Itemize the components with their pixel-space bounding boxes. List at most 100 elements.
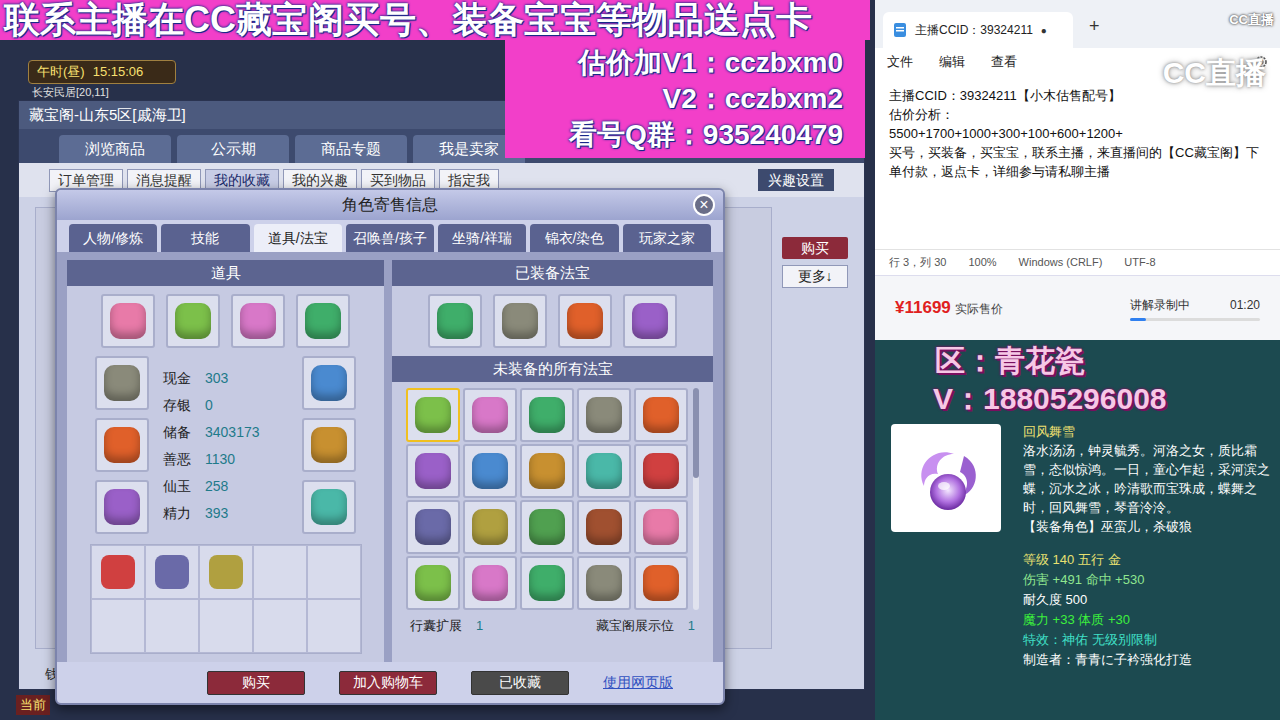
dialog-tab[interactable]: 坐骑/祥瑞 bbox=[438, 224, 526, 252]
bag-cell[interactable] bbox=[253, 599, 307, 653]
text-line: 5500+1700+1000+300+100+600+1200+ bbox=[889, 124, 1266, 143]
scrollbar-thumb[interactable] bbox=[693, 388, 699, 478]
bag-cell[interactable] bbox=[91, 545, 145, 599]
status-item: UTF-8 bbox=[1124, 254, 1155, 271]
equip-row: 现金303存银0储备3403173善恶1130仙玉258精力393 bbox=[67, 356, 384, 534]
promo-banner: 联系主播在CC藏宝阁买号、装备宝宝等物品送点卡 bbox=[0, 0, 870, 40]
item-slot[interactable] bbox=[463, 444, 517, 498]
bag-cell[interactable] bbox=[307, 545, 361, 599]
bag-cell[interactable] bbox=[307, 599, 361, 653]
item-slot[interactable] bbox=[520, 500, 574, 554]
close-button[interactable]: × bbox=[693, 194, 715, 216]
item-icon bbox=[311, 489, 347, 525]
menu-item[interactable]: 查看 bbox=[991, 52, 1017, 72]
dialog-tab[interactable]: 召唤兽/孩子 bbox=[346, 224, 434, 252]
stat-row: 现金303 bbox=[163, 367, 288, 389]
item-icon bbox=[586, 565, 622, 601]
stats: 现金303存银0储备3403173善恶1130仙玉258精力393 bbox=[163, 356, 288, 534]
item-slot[interactable] bbox=[302, 480, 356, 534]
bag-cell[interactable] bbox=[253, 545, 307, 599]
web-link[interactable]: 使用网页版 bbox=[603, 672, 673, 693]
menu-item[interactable]: 文件 bbox=[887, 52, 913, 72]
item-slot[interactable] bbox=[95, 480, 149, 534]
nav-tab[interactable]: 公示期 bbox=[177, 135, 289, 163]
item-slot[interactable] bbox=[634, 444, 688, 498]
item-slot[interactable] bbox=[406, 556, 460, 610]
item-icon bbox=[240, 303, 276, 339]
new-tab-button[interactable]: + bbox=[1081, 13, 1108, 48]
item-slot[interactable] bbox=[493, 294, 547, 348]
dialog-tab[interactable]: 道具/法宝 bbox=[254, 224, 342, 252]
bag-cell[interactable] bbox=[199, 599, 253, 653]
item-slot[interactable] bbox=[406, 500, 460, 554]
item-roles: 【装备角色】巫蛮儿，杀破狼 bbox=[1023, 517, 1275, 536]
item-slot[interactable] bbox=[520, 444, 574, 498]
fabao-icon-box bbox=[891, 424, 1001, 532]
item-slot[interactable] bbox=[231, 294, 285, 348]
item-slot[interactable] bbox=[577, 444, 631, 498]
item-slot[interactable] bbox=[101, 294, 155, 348]
item-icon bbox=[104, 427, 140, 463]
dialog-button[interactable]: 购买 bbox=[207, 671, 305, 695]
item-slot[interactable] bbox=[302, 418, 356, 472]
nav-tab[interactable]: 浏览商品 bbox=[59, 135, 171, 163]
item-slot[interactable] bbox=[463, 556, 517, 610]
item-slot[interactable] bbox=[577, 556, 631, 610]
item-slot[interactable] bbox=[463, 500, 517, 554]
dialog-tab[interactable]: 玩家之家 bbox=[623, 224, 711, 252]
item-description: 洛水汤汤，钟灵毓秀。河洛之女，质比霜雪，态似惊鸿。一日，童心乍起，采河滨之蝶，沉… bbox=[1023, 441, 1275, 517]
item-icon bbox=[305, 303, 341, 339]
item-slot[interactable] bbox=[95, 418, 149, 472]
channel-label[interactable]: 当前 bbox=[16, 695, 50, 715]
item-slot[interactable] bbox=[166, 294, 220, 348]
item-slot[interactable] bbox=[520, 556, 574, 610]
item-slot[interactable] bbox=[463, 388, 517, 442]
item-slot[interactable] bbox=[296, 294, 350, 348]
item-slot[interactable] bbox=[634, 556, 688, 610]
item-slot[interactable] bbox=[558, 294, 612, 348]
item-slot[interactable] bbox=[95, 356, 149, 410]
notepad-tab[interactable]: 主播CCID：39324211● bbox=[883, 12, 1073, 48]
more-button[interactable]: 更多↓ bbox=[782, 265, 848, 288]
interest-button[interactable]: 兴趣设置 bbox=[758, 169, 834, 191]
promo-line: V2：cczbxm2 bbox=[662, 81, 843, 117]
region-text: 区：青花瓷 bbox=[875, 340, 1280, 380]
scrollbar[interactable] bbox=[693, 388, 699, 610]
item-slot[interactable] bbox=[577, 388, 631, 442]
item-slot[interactable] bbox=[634, 388, 688, 442]
unsaved-mark[interactable]: ● bbox=[1041, 23, 1047, 38]
item-slot[interactable] bbox=[623, 294, 677, 348]
item-slot[interactable] bbox=[406, 388, 460, 442]
bag-cell[interactable] bbox=[145, 599, 199, 653]
dialog-tab[interactable]: 锦衣/染色 bbox=[530, 224, 618, 252]
price: ¥11699 bbox=[895, 295, 951, 321]
promo-box: 估价加V1：cczbxm0V2：cczbxm2看号Q群：935240479 bbox=[505, 40, 865, 158]
item-slot[interactable] bbox=[428, 294, 482, 348]
screen: 午时(昼)15:15:06长安民居[20,11]藏宝阁-山东5区[戚海卫]浏览商… bbox=[0, 0, 1280, 720]
dialog-button[interactable]: 已收藏 bbox=[471, 671, 569, 695]
item-slot[interactable] bbox=[634, 500, 688, 554]
bag-cell[interactable] bbox=[199, 545, 253, 599]
menu-item[interactable]: 编辑 bbox=[939, 52, 965, 72]
item-slot[interactable] bbox=[577, 500, 631, 554]
bag-cell[interactable] bbox=[145, 545, 199, 599]
dialog-button[interactable]: 加入购物车 bbox=[339, 671, 437, 695]
buy-button[interactable]: 购买 bbox=[782, 237, 848, 259]
dialog-tab[interactable]: 人物/修炼 bbox=[69, 224, 157, 252]
nav-tab[interactable]: 商品专题 bbox=[295, 135, 407, 163]
item-slot[interactable] bbox=[406, 444, 460, 498]
fabao-grid bbox=[406, 388, 689, 610]
dialog-tab[interactable]: 技能 bbox=[161, 224, 249, 252]
bag-cell[interactable] bbox=[91, 599, 145, 653]
item-attribute: 耐久度 500 bbox=[1023, 590, 1275, 610]
status-item: Windows (CRLF) bbox=[1019, 254, 1103, 271]
notepad-text[interactable]: 主播CCID：39324211【小木估售配号】估价分析：5500+1700+10… bbox=[875, 76, 1280, 249]
recording-time: 01:20 bbox=[1230, 296, 1260, 314]
item-icon bbox=[529, 565, 565, 601]
top-slots bbox=[67, 294, 384, 348]
item-icon bbox=[529, 453, 565, 489]
item-slot[interactable] bbox=[302, 356, 356, 410]
item-slot[interactable] bbox=[520, 388, 574, 442]
swirl-pearl-icon bbox=[904, 436, 988, 520]
item-icon bbox=[643, 565, 679, 601]
